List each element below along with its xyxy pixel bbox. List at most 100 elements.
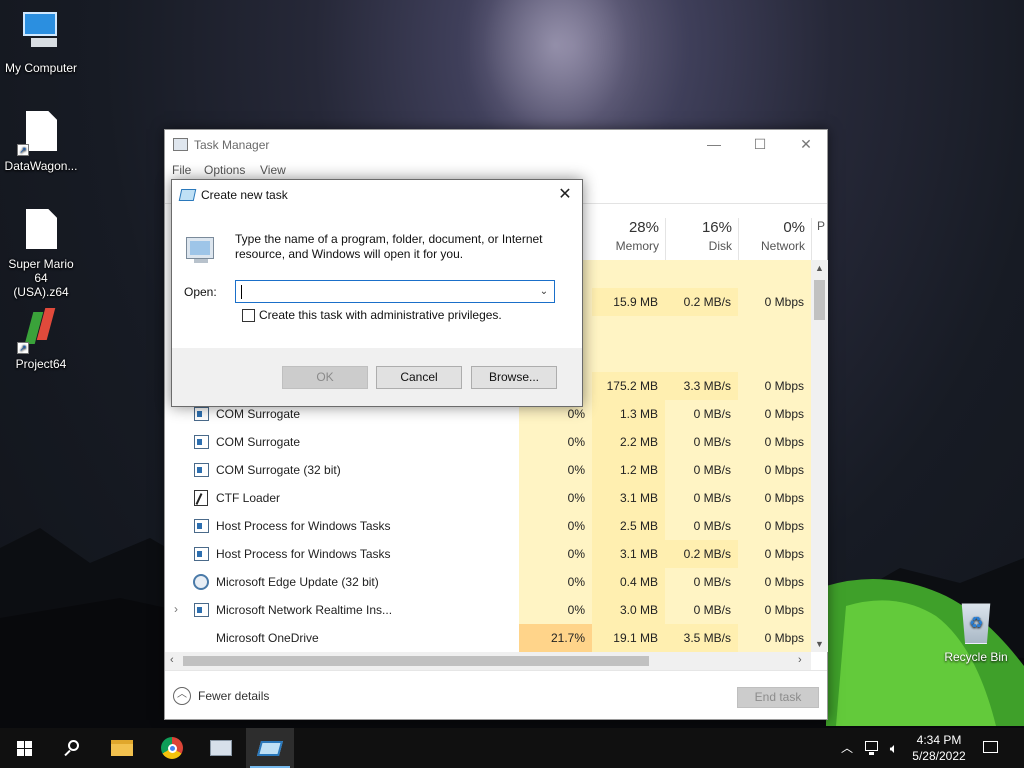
vertical-scrollbar[interactable]: ▲ ▼ xyxy=(811,260,828,652)
scroll-thumb[interactable] xyxy=(814,280,825,320)
open-combobox[interactable]: ⌄ xyxy=(235,280,555,303)
table-row[interactable]: Microsoft OneDrive 21.7% 19.1 MB 3.5 MB/… xyxy=(165,624,811,652)
table-row[interactable]: › Microsoft Network Realtime Ins... 0% 3… xyxy=(165,596,811,624)
memory-cell: 15.9 MB xyxy=(592,288,665,316)
process-icon xyxy=(194,547,209,561)
table-row[interactable]: Host Process for Windows Tasks 0% 2.5 MB… xyxy=(165,512,811,540)
dialog-description: Type the name of a program, folder, docu… xyxy=(235,232,543,261)
process-icon xyxy=(194,463,209,477)
disk-cell: 0.2 MB/s xyxy=(665,288,738,316)
run-dialog-icon[interactable] xyxy=(246,728,294,768)
column-network[interactable]: 0% Network xyxy=(738,218,805,254)
memory-cell: 1.2 MB xyxy=(592,456,665,484)
process-icon xyxy=(194,435,209,449)
volume-icon[interactable]: 🔈︎ xyxy=(884,728,904,768)
recycle-bin-icon: ♻ xyxy=(961,603,991,644)
disk-cell: 0 MB/s xyxy=(665,484,738,512)
scroll-up-icon[interactable]: ▲ xyxy=(811,263,828,273)
table-row[interactable]: COM Surrogate 0% 2.2 MB 0 MB/s 0 Mbps xyxy=(165,428,811,456)
process-name: COM Surrogate xyxy=(216,407,301,421)
scroll-thumb[interactable] xyxy=(183,656,649,666)
run-icon xyxy=(178,189,197,201)
horizontal-scrollbar[interactable]: ‹ › xyxy=(165,652,811,670)
network-cell: 0 Mbps xyxy=(738,372,811,400)
checkbox-box[interactable] xyxy=(242,308,255,322)
browse-button[interactable]: Browse... xyxy=(471,366,557,389)
chrome-icon[interactable] xyxy=(148,728,196,768)
table-row[interactable]: CTF Loader 0% 3.1 MB 0 MB/s 0 Mbps xyxy=(165,484,811,512)
desktop-icon-datawagon[interactable]: ↗ DataWagon... xyxy=(0,108,82,173)
ok-button[interactable]: OK xyxy=(282,366,368,389)
network-cell: 0 Mbps xyxy=(738,428,811,456)
table-row[interactable]: Host Process for Windows Tasks 0% 3.1 MB… xyxy=(165,540,811,568)
chevron-up-icon: ︿ xyxy=(173,687,191,705)
file-icon xyxy=(17,206,65,254)
process-name: COM Surrogate (32 bit) xyxy=(216,463,341,477)
shortcut-arrow-icon: ↗ xyxy=(17,342,29,354)
column-power[interactable]: P xyxy=(817,218,827,234)
scroll-right-icon[interactable]: › xyxy=(798,654,802,666)
column-percent: 28% xyxy=(628,219,659,236)
taskbar: ︿ 🔈︎ 4:34 PM 5/28/2022 xyxy=(0,728,1024,768)
chevron-up-icon[interactable]: ︿ xyxy=(838,728,856,768)
network-cell: 0 Mbps xyxy=(738,484,811,512)
task-manager-icon xyxy=(173,138,188,151)
maximize-button[interactable]: ☐ xyxy=(737,130,783,160)
column-name: P xyxy=(817,219,826,233)
desktop-icon-recycle-bin[interactable]: ♻ Recycle Bin xyxy=(940,600,1012,664)
admin-privileges-checkbox[interactable]: Create this task with administrative pri… xyxy=(242,308,502,322)
windows-start-icon[interactable] xyxy=(0,728,48,768)
chevron-down-icon[interactable]: ⌄ xyxy=(536,283,552,300)
search-icon[interactable] xyxy=(48,728,96,768)
column-memory[interactable]: 28% Memory xyxy=(592,218,659,254)
desktop-icon-label: My Computer xyxy=(4,61,78,75)
process-icon xyxy=(194,519,209,533)
notifications-icon[interactable] xyxy=(980,728,1002,768)
memory-cell: 3.0 MB xyxy=(592,596,665,624)
menu-options[interactable]: Options xyxy=(204,163,245,177)
desktop-icon-super-mario[interactable]: Super Mario 64 (USA).z64 xyxy=(0,206,82,299)
file-icon: ↗ xyxy=(17,108,65,156)
table-row[interactable]: COM Surrogate (32 bit) 0% 1.2 MB 0 MB/s … xyxy=(165,456,811,484)
disk-cell: 0 MB/s xyxy=(665,400,738,428)
task-manager-titlebar[interactable]: Task Manager — ☐ ✕ xyxy=(165,130,827,160)
desktop-icon-my-computer[interactable]: My Computer xyxy=(0,10,82,75)
menu-file[interactable]: File xyxy=(172,163,191,177)
run-program-icon xyxy=(184,233,216,265)
wallpaper-milky-way xyxy=(470,0,640,150)
edge-update-icon xyxy=(193,574,209,590)
cpu-cell: 0% xyxy=(519,456,592,484)
process-name: COM Surrogate xyxy=(216,435,301,449)
column-name: Disk xyxy=(708,239,732,253)
close-button[interactable]: ✕ xyxy=(783,130,829,160)
table-row[interactable]: Microsoft Edge Update (32 bit) 0% 0.4 MB… xyxy=(165,568,811,596)
cpu-cell: 0% xyxy=(519,540,592,568)
dialog-close-button[interactable]: ✕ xyxy=(548,180,582,210)
disk-cell: 3.3 MB/s xyxy=(665,372,738,400)
column-divider xyxy=(811,218,812,260)
column-disk[interactable]: 16% Disk xyxy=(665,218,732,254)
ctf-loader-icon xyxy=(194,490,208,506)
network-icon[interactable] xyxy=(862,728,882,768)
cancel-button[interactable]: Cancel xyxy=(376,366,462,389)
minimize-button[interactable]: — xyxy=(691,130,737,160)
menu-view[interactable]: View xyxy=(260,163,286,177)
scroll-left-icon[interactable]: ‹ xyxy=(170,654,174,666)
clock[interactable]: 4:34 PM 5/28/2022 xyxy=(906,732,972,764)
fewer-details-label: Fewer details xyxy=(198,689,270,703)
network-cell: 0 Mbps xyxy=(738,540,811,568)
memory-cell: 2.2 MB xyxy=(592,428,665,456)
desktop-icon-label: DataWagon... xyxy=(4,159,78,173)
network-cell: 0 Mbps xyxy=(738,456,811,484)
file-explorer-icon[interactable] xyxy=(98,728,146,768)
disk-cell: 0 MB/s xyxy=(665,456,738,484)
disk-cell: 0 MB/s xyxy=(665,512,738,540)
fewer-details-button[interactable]: ︿ Fewer details xyxy=(173,687,269,705)
desktop-icon-label: Recycle Bin xyxy=(944,650,1008,664)
task-manager-icon[interactable] xyxy=(197,728,245,768)
expand-chevron-icon[interactable]: › xyxy=(174,602,178,616)
scroll-down-icon[interactable]: ▼ xyxy=(811,639,828,649)
desktop-icon-project64[interactable]: ↗ Project64 xyxy=(0,306,82,371)
network-cell: 0 Mbps xyxy=(738,596,811,624)
end-task-button[interactable]: End task xyxy=(737,687,819,708)
